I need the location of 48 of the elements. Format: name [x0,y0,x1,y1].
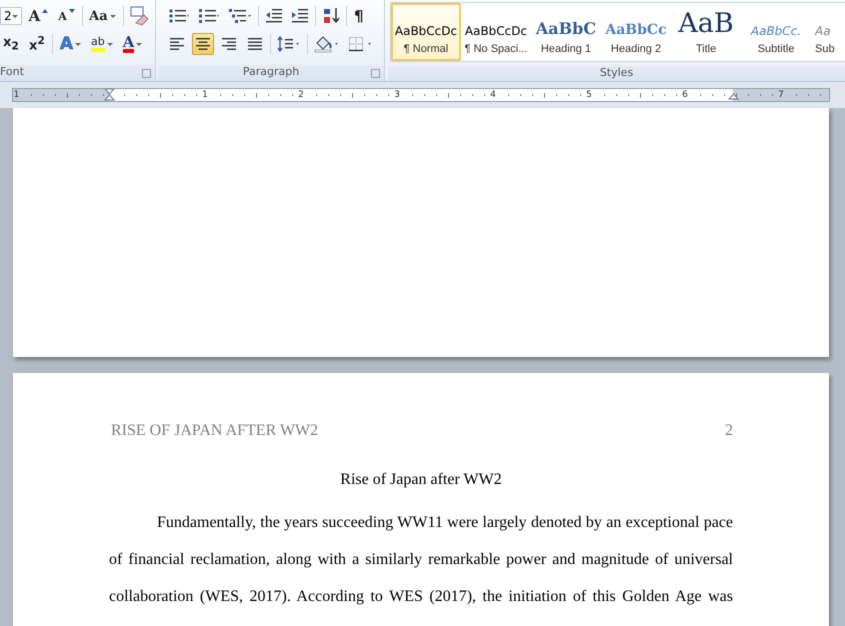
style-gallery-item[interactable]: AaBbCc. Subtitle [741,3,811,61]
highlight-button[interactable]: ab [88,33,116,55]
page-number: 2 [725,421,733,441]
ruler-number: 6 [681,89,689,101]
paint-bucket-icon[interactable] [314,35,340,53]
font-color-button[interactable]: A [120,33,146,55]
style-gallery-item[interactable]: AaBbCcDc ¶ No Spaci... [461,3,531,61]
ruler-number: 1 [13,89,20,101]
ruler-number: 1 [201,89,209,101]
body-paragraph: Fundamentally, the years succeeding WW11 were largely denoted by an exceptional pace of financial reclamation, along with a similarly remarkable power and magnitude of universal collaboration (WES, 2017). According to WES (2017), the initiation of this Golden Age was [109,513,733,607]
sort-icon[interactable] [322,7,340,25]
decrease-indent-icon[interactable] [265,8,283,24]
grow-font-button[interactable]: A [26,5,52,27]
style-gallery-item[interactable]: Aa Sub [811,3,845,61]
justify-icon [247,37,263,51]
borders-icon[interactable] [348,36,374,52]
ruler-number: 3 [393,89,401,101]
style-gallery-item[interactable]: AaBbCcDc ¶ Normal [391,3,461,61]
show-marks-button[interactable]: ¶ [351,5,367,27]
align-center-button[interactable] [192,33,214,55]
superscript-button[interactable]: x$^{2}$ [26,33,48,55]
align-center-icon [195,37,211,51]
paragraph-group-label: Paragraph [242,65,300,78]
styles-group-label: Styles [600,66,634,79]
document-title: Rise of Japan after WW2 [339,470,503,490]
text-effects-button[interactable]: A [56,33,84,55]
line-spacing-icon[interactable] [277,36,301,52]
font-size-field[interactable]: 2 [0,7,22,25]
bullet-list-icon[interactable] [168,8,190,24]
subscript-button[interactable]: x$_{2}$ [0,33,22,55]
increase-indent-icon[interactable] [291,8,309,24]
ruler-number: 5 [585,89,593,101]
style-gallery-item[interactable]: AaB Title [671,3,741,61]
align-left-icon [169,37,185,51]
align-right-icon [221,37,237,51]
shrink-font-button[interactable]: A [55,5,78,27]
change-case-button[interactable]: Aa [86,5,119,27]
ruler-number: 2 [297,89,305,101]
running-header: RISE OF JAPAN AFTER WW2 [111,421,318,441]
ruler-number: 4 [489,89,497,101]
multilevel-list-icon[interactable] [228,8,252,24]
style-gallery-item[interactable]: AaBbCc Heading 2 [601,3,671,61]
indent-marker-icon[interactable] [104,89,115,101]
font-group-label: Font [0,65,24,78]
style-gallery-item[interactable]: AaBbC Heading 1 [531,3,601,61]
ruler-number: 7 [777,89,785,101]
eraser-icon[interactable] [129,6,149,26]
numbered-list-icon[interactable] [198,8,220,24]
